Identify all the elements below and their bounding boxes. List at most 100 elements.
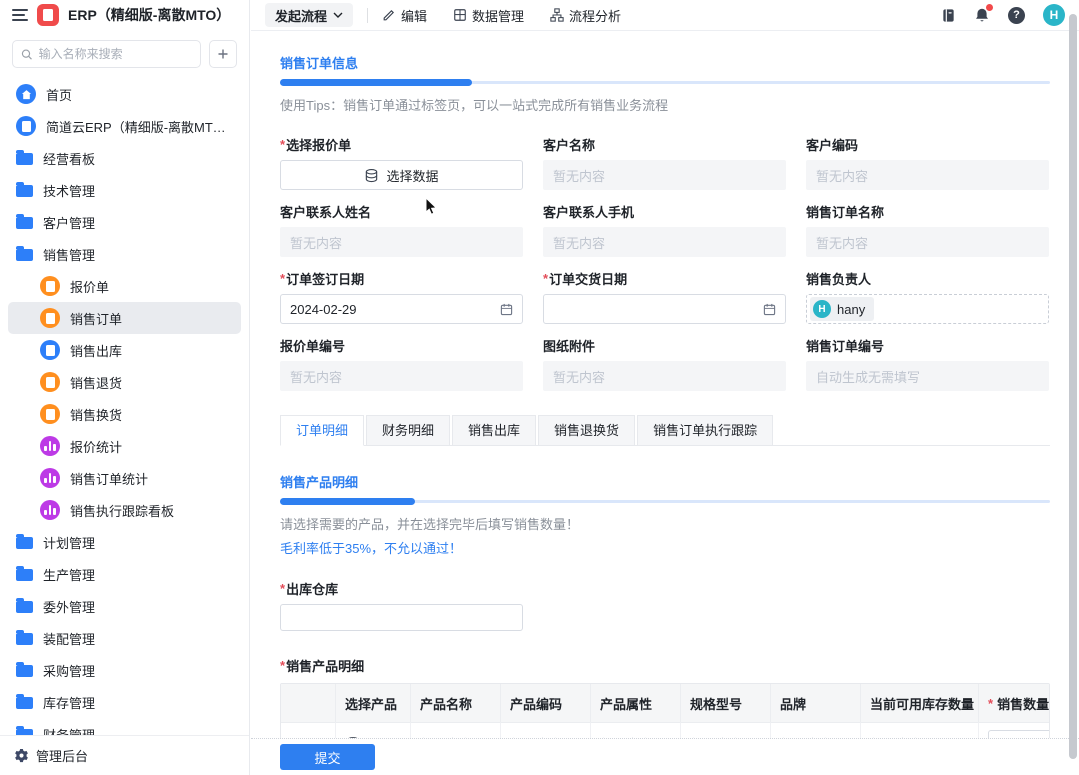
- sidebar-item-sales-tracking-board[interactable]: 销售执行跟踪看板: [8, 494, 241, 526]
- chart-icon: [40, 436, 60, 456]
- main-area: 发起流程 编辑 数据管理 流程分析 ? H 销售订单信息 使用Tips：销售订单…: [251, 0, 1079, 775]
- folder-icon: [16, 214, 33, 229]
- sidebar-item-jiandaoyun-erp[interactable]: 简道云ERP（精细版-离散MTO）「...: [8, 110, 241, 142]
- sidebar-item-quotation[interactable]: 报价单: [8, 270, 241, 302]
- product-note: 请选择需要的产品，并在选择完毕后填写销售数量！: [280, 517, 580, 532]
- member-avatar: H: [813, 300, 831, 318]
- sidebar-item-sales-outbound[interactable]: 销售出库: [8, 334, 241, 366]
- col-product-attr: 产品属性: [591, 684, 681, 722]
- delivery-date-input[interactable]: [543, 294, 786, 324]
- customer-code-field: 暂无内容: [806, 160, 1049, 190]
- top-toolbar: 发起流程 编辑 数据管理 流程分析 ? H: [251, 0, 1079, 31]
- admin-backend-link[interactable]: 管理后台: [0, 735, 249, 775]
- sidebar: ERP（精细版-离散MTO） 首页 简道云ERP（精细版-离散MTO）「... …: [0, 0, 250, 775]
- sidebar-item-outsourcing-mgmt[interactable]: 委外管理: [8, 590, 241, 622]
- sign-date-input[interactable]: 2024-02-29: [280, 294, 523, 324]
- field-label: 报价单编号: [280, 338, 346, 354]
- vertical-scrollbar[interactable]: [1069, 14, 1077, 759]
- sales-owner-field[interactable]: H hany: [806, 294, 1049, 324]
- sidebar-header: ERP（精细版-离散MTO）: [0, 0, 249, 30]
- search-box[interactable]: [12, 40, 201, 68]
- folder-icon: [16, 726, 33, 735]
- sidebar-item-business-dashboard[interactable]: 经营看板: [8, 142, 241, 174]
- sidebar-item-home[interactable]: 首页: [8, 78, 241, 110]
- menu-toggle-icon[interactable]: [12, 9, 28, 21]
- search-input[interactable]: [38, 47, 192, 61]
- col-brand: 品牌: [771, 684, 861, 722]
- detail-tabs: 订单明细 财务明细 销售出库 销售退换货 销售订单执行跟踪: [280, 415, 1050, 446]
- field-label: 销售订单名称: [806, 204, 885, 220]
- pencil-icon: [383, 9, 395, 21]
- calendar-icon: [763, 303, 776, 315]
- section-title-product-detail: 销售产品明细: [280, 475, 359, 490]
- sidebar-item-plan-mgmt[interactable]: 计划管理: [8, 526, 241, 558]
- chevron-down-icon: [333, 12, 343, 18]
- flow-analysis-button[interactable]: 流程分析: [550, 6, 621, 25]
- margin-warning: 毛利率低于35%，不允以通过！: [280, 541, 463, 556]
- sidebar-item-inventory-mgmt[interactable]: 库存管理: [8, 686, 241, 718]
- folder-icon: [16, 598, 33, 613]
- folder-icon: [16, 566, 33, 581]
- sidebar-item-sales-mgmt[interactable]: 销售管理: [8, 238, 241, 270]
- section-progress-bar: [280, 498, 1050, 505]
- folder-icon: [16, 534, 33, 549]
- sidebar-item-customer-mgmt[interactable]: 客户管理: [8, 206, 241, 238]
- tab-finance-detail[interactable]: 财务明细: [366, 415, 451, 446]
- journal-icon[interactable]: [941, 8, 956, 23]
- col-index: [281, 684, 336, 722]
- order-no-field: 自动生成无需填写: [806, 361, 1049, 391]
- tab-sales-return-exchange[interactable]: 销售退换货: [538, 415, 636, 446]
- sidebar-item-production-mgmt[interactable]: 生产管理: [8, 558, 241, 590]
- add-app-button[interactable]: [209, 40, 237, 68]
- edit-button[interactable]: 编辑: [382, 6, 427, 25]
- sidebar-item-tech-mgmt[interactable]: 技术管理: [8, 174, 241, 206]
- customer-name-field: 暂无内容: [543, 160, 786, 190]
- order-info-grid: *选择报价单 选择数据 客户名称 暂无内容 客户编码 暂无内容 客户联系人姓名: [280, 135, 1050, 391]
- table-grid-icon: [454, 9, 466, 21]
- sidebar-item-sales-exchange[interactable]: 销售换货: [8, 398, 241, 430]
- toolbar-divider: [367, 7, 369, 23]
- field-label: 选择报价单: [286, 137, 352, 153]
- field-customer-name: 客户名称 暂无内容: [543, 135, 786, 190]
- database-icon: [366, 168, 378, 182]
- field-quote-no: 报价单编号 暂无内容: [280, 336, 523, 391]
- gear-icon: [15, 748, 28, 763]
- sidebar-item-purchase-mgmt[interactable]: 采购管理: [8, 654, 241, 686]
- col-product-name: 产品名称: [411, 684, 501, 722]
- select-data-button[interactable]: 选择数据: [280, 160, 523, 190]
- tab-order-execution-tracking[interactable]: 销售订单执行跟踪: [637, 415, 774, 446]
- sidebar-item-assembly-mgmt[interactable]: 装配管理: [8, 622, 241, 654]
- chart-icon: [40, 500, 60, 520]
- sidebar-item-sales-order-stats[interactable]: 销售订单统计: [8, 462, 241, 494]
- document-icon: [40, 340, 60, 360]
- tab-order-detail[interactable]: 订单明细: [280, 415, 365, 446]
- sidebar-item-quote-stats[interactable]: 报价统计: [8, 430, 241, 462]
- data-manage-button[interactable]: 数据管理: [453, 6, 524, 25]
- notification-bell-icon[interactable]: [974, 4, 993, 23]
- warehouse-input[interactable]: [280, 604, 523, 631]
- tab-sales-outbound[interactable]: 销售出库: [452, 415, 537, 446]
- calendar-icon: [500, 303, 513, 315]
- sidebar-item-finance-mgmt[interactable]: 财务管理: [8, 718, 241, 735]
- user-avatar[interactable]: H: [1043, 4, 1065, 26]
- field-label: 销售负责人: [806, 271, 872, 287]
- table-header-row: 选择产品 产品名称 产品编码 产品属性 规格型号 品牌 当前可用库存数量 * 销售…: [281, 684, 1049, 722]
- folder-icon: [16, 662, 33, 677]
- col-sales-qty: * 销售数量: [979, 684, 1049, 722]
- document-icon: [16, 116, 36, 136]
- field-label: 销售订单编号: [806, 338, 885, 354]
- help-icon[interactable]: ?: [1008, 6, 1025, 24]
- field-order-name: 销售订单名称 暂无内容: [806, 202, 1049, 257]
- field-warehouse: * 出库仓库: [280, 579, 1050, 631]
- field-sales-owner: 销售负责人 H hany: [806, 269, 1049, 324]
- sidebar-item-sales-return[interactable]: 销售退货: [8, 366, 241, 398]
- field-drawing: 图纸附件 暂无内容: [543, 336, 786, 391]
- field-label: 出库仓库: [286, 581, 339, 597]
- folder-icon: [16, 182, 33, 197]
- field-label: 客户联系人手机: [543, 204, 635, 220]
- drawing-field: 暂无内容: [543, 361, 786, 391]
- submit-button[interactable]: 提交: [280, 744, 375, 770]
- field-label: 订单签订日期: [286, 271, 365, 287]
- sidebar-item-sales-order[interactable]: 销售订单: [8, 302, 241, 334]
- start-flow-button[interactable]: 发起流程: [265, 3, 354, 27]
